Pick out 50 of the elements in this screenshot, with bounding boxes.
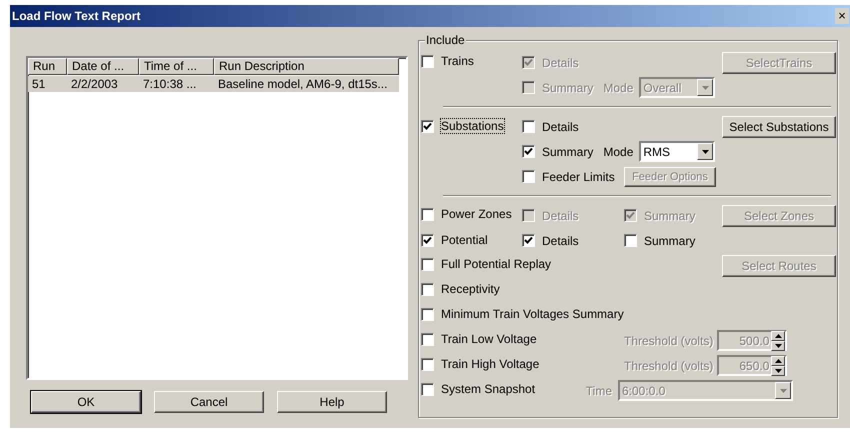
threshold-label: Threshold (volts): [624, 334, 714, 348]
close-button[interactable]: ×: [835, 8, 849, 24]
checkbox[interactable]: Details: [522, 120, 624, 134]
caret-down-icon: [774, 344, 782, 348]
checkbox[interactable]: Summary: [522, 144, 594, 158]
run-row[interactable]: 51 2/2/2003 7:10:38 ... Baseline model, AM6-9, dt15s...: [28, 76, 399, 92]
checkbox[interactable]: Substations: [421, 119, 504, 134]
mode-label: Mode: [603, 144, 634, 158]
column-header[interactable]: Time of ...: [139, 58, 214, 75]
checkbox[interactable]: Potential: [421, 233, 488, 248]
column-header[interactable]: Run Description: [214, 58, 399, 75]
caret-up-icon: [774, 334, 782, 338]
window-title: Load Flow Text Report: [12, 9, 140, 23]
runs-list[interactable]: Run Date of ... Time of ... Run Description 51 2/2/2003 7:10:38 ... Baseline model, AM6-9, dt15s...: [26, 56, 408, 380]
mode-dropdown[interactable]: RMS: [639, 141, 716, 162]
check-icon: [524, 236, 533, 245]
checkbox[interactable]: Minimum Train Voltages Summary: [421, 307, 624, 322]
table-cell-text: 7:10:38 ...: [142, 77, 198, 91]
group-title: Include: [425, 33, 466, 47]
table-cell-text: Baseline model, AM6-9, dt15s...: [217, 77, 388, 91]
threshold-label: Threshold (volts): [624, 358, 714, 372]
column-header[interactable]: Date of ...: [67, 58, 139, 75]
dialog-button[interactable]: Help: [277, 391, 387, 413]
table-cell-text: 2/2/2003: [70, 77, 119, 91]
dialog-button[interactable]: OK: [31, 391, 141, 413]
checkbox[interactable]: Receptivity: [421, 282, 500, 296]
checkbox[interactable]: Train High Voltage: [421, 357, 540, 372]
caret-down-icon: [774, 368, 782, 372]
checkbox[interactable]: Feeder Limits: [522, 170, 624, 184]
mode-label: Mode: [603, 80, 634, 94]
table-cell-text: 51: [31, 77, 46, 91]
dialog-button[interactable]: Cancel: [154, 391, 264, 413]
checkbox[interactable]: Trains: [421, 54, 474, 68]
checkbox[interactable]: Full Potential Replay: [421, 257, 552, 272]
caret-icon: [702, 86, 709, 90]
caret-icon: [780, 388, 786, 392]
check-icon: [524, 147, 533, 156]
checkbox[interactable]: System Snapshot: [421, 382, 536, 396]
checkbox[interactable]: Details: [522, 234, 624, 248]
checkbox[interactable]: Power Zones: [421, 207, 512, 222]
select-button[interactable]: Select Substations: [722, 116, 836, 138]
check-icon: [423, 122, 432, 131]
check-icon: [524, 58, 533, 67]
column-header[interactable]: Run: [28, 58, 67, 75]
checkbox[interactable]: Summary: [624, 234, 722, 248]
caret-icon: [702, 150, 709, 154]
caret-up-icon: [774, 358, 782, 362]
checkbox[interactable]: Train Low Voltage: [421, 332, 537, 346]
check-icon: [423, 236, 432, 245]
check-icon: [626, 211, 635, 220]
